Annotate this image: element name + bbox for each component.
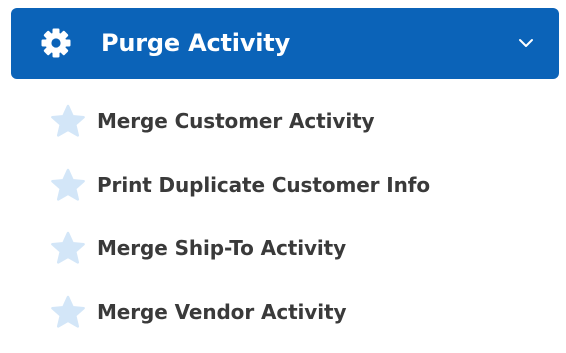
star-icon [51, 231, 85, 264]
submenu-item-merge-vendor-activity[interactable]: Merge Vendor Activity [50, 290, 520, 334]
menu-header-label: Purge Activity [101, 29, 291, 57]
star-icon [51, 168, 85, 201]
submenu-item-merge-ship-to-activity[interactable]: Merge Ship-To Activity [50, 226, 520, 270]
submenu-item-label: Print Duplicate Customer Info [97, 173, 431, 197]
star-icon [51, 295, 85, 328]
submenu-item-label: Merge Customer Activity [97, 109, 375, 133]
purge-activity-menu: Purge Activity Merge Customer Activity P… [0, 0, 566, 353]
gear-icon [41, 28, 71, 58]
chevron-down-icon[interactable] [515, 32, 537, 54]
menu-header-purge-activity[interactable]: Purge Activity [11, 8, 559, 79]
submenu-item-label: Merge Ship-To Activity [97, 236, 347, 260]
submenu-item-merge-customer-activity[interactable]: Merge Customer Activity [50, 99, 520, 143]
submenu-item-print-duplicate-customer-info[interactable]: Print Duplicate Customer Info [50, 163, 520, 207]
star-icon [51, 104, 85, 137]
submenu-item-label: Merge Vendor Activity [97, 300, 347, 324]
